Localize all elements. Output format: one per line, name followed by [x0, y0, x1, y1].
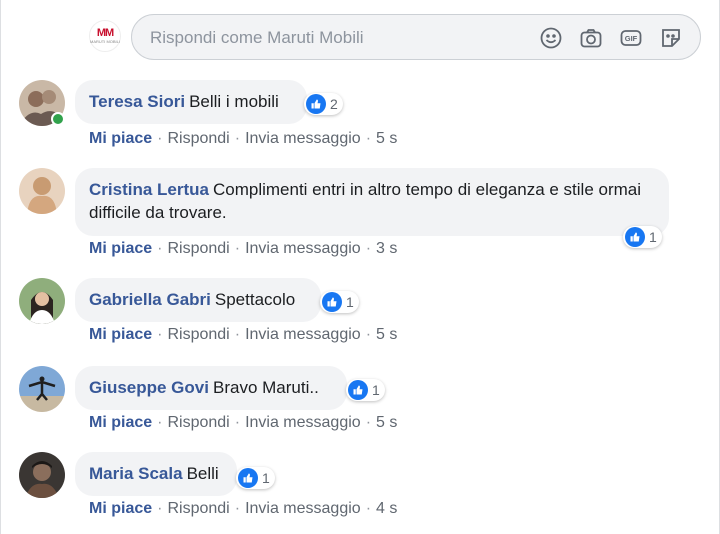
- sticker-icon[interactable]: [658, 25, 684, 51]
- comment-text: Belli: [186, 464, 219, 483]
- comment-bubble: Maria Scala Belli: [75, 452, 237, 496]
- comment-bubble: Gabriella Gabri Spettacolo: [75, 278, 321, 322]
- reply-link[interactable]: Rispondi: [167, 130, 229, 148]
- like-link[interactable]: Mi piace: [89, 326, 152, 344]
- reply-link[interactable]: Rispondi: [167, 240, 229, 258]
- reaction-count[interactable]: 2: [304, 93, 343, 115]
- page-avatar[interactable]: MM MARUTI MOBILI: [89, 20, 121, 52]
- like-link[interactable]: Mi piace: [89, 500, 152, 518]
- thumbs-up-icon: [322, 292, 342, 312]
- reply-link[interactable]: Rispondi: [167, 414, 229, 432]
- reaction-count[interactable]: 1: [623, 226, 662, 248]
- comment-timestamp[interactable]: 5 s: [376, 414, 397, 432]
- reaction-count[interactable]: 1: [346, 379, 385, 401]
- separator: ·: [365, 130, 372, 147]
- comment-author[interactable]: Maria Scala: [89, 464, 183, 483]
- separator: ·: [157, 240, 163, 257]
- comments-panel: MM MARUTI MOBILI GIF: [0, 0, 720, 534]
- thumbs-up-icon: [238, 468, 258, 488]
- comment-author[interactable]: Teresa Siori: [89, 92, 185, 111]
- camera-icon[interactable]: [578, 25, 604, 51]
- thumbs-up-icon: [306, 94, 326, 114]
- avatar[interactable]: [19, 452, 65, 498]
- send-message-link[interactable]: Invia messaggio: [245, 414, 361, 432]
- reaction-number: 1: [262, 470, 270, 486]
- avatar[interactable]: [19, 278, 65, 324]
- comment-author[interactable]: Cristina Lertua: [89, 180, 209, 199]
- reaction-number: 1: [346, 294, 354, 310]
- separator: ·: [157, 414, 163, 431]
- reply-link[interactable]: Rispondi: [167, 500, 229, 518]
- separator: ·: [234, 130, 241, 147]
- comment-text: Belli i mobili: [189, 92, 279, 111]
- send-message-link[interactable]: Invia messaggio: [245, 130, 361, 148]
- comment-bubble: Cristina Lertua Complimenti entri in altr…: [75, 168, 669, 236]
- avatar[interactable]: [19, 168, 65, 214]
- comment-text: Bravo Maruti..: [212, 378, 319, 397]
- send-message-link[interactable]: Invia messaggio: [245, 240, 361, 258]
- comment-actions: Mi piace · Rispondi · Invia messaggio · …: [89, 326, 397, 344]
- like-link[interactable]: Mi piace: [89, 130, 152, 148]
- separator: ·: [365, 500, 372, 517]
- separator: ·: [234, 240, 241, 257]
- like-link[interactable]: Mi piace: [89, 240, 152, 258]
- reaction-number: 1: [649, 229, 657, 245]
- comment-timestamp[interactable]: 4 s: [376, 500, 397, 518]
- comment-actions: Mi piace · Rispondi · Invia messaggio · …: [89, 414, 397, 432]
- reply-link[interactable]: Rispondi: [167, 326, 229, 344]
- comment-bubble: Teresa Siori Belli i mobili: [75, 80, 307, 124]
- gif-icon[interactable]: GIF: [618, 25, 644, 51]
- thumbs-up-icon: [625, 227, 645, 247]
- separator: ·: [234, 326, 241, 343]
- reply-input-wrapper: GIF: [131, 14, 701, 61]
- comment-text: Spettacolo: [214, 290, 296, 309]
- page-logo-sub: MARUTI MOBILI: [90, 39, 121, 44]
- separator: ·: [157, 326, 163, 343]
- comment-author[interactable]: Giuseppe Govi: [89, 378, 209, 397]
- reaction-count[interactable]: 1: [236, 467, 275, 489]
- page-logo-mark: MM: [96, 27, 114, 39]
- like-link[interactable]: Mi piace: [89, 414, 152, 432]
- reaction-number: 1: [372, 382, 380, 398]
- separator: ·: [157, 500, 163, 517]
- send-message-link[interactable]: Invia messaggio: [245, 326, 361, 344]
- separator: ·: [365, 326, 372, 343]
- separator: ·: [234, 414, 241, 431]
- reaction-count[interactable]: 1: [320, 291, 359, 313]
- svg-text:GIF: GIF: [625, 34, 638, 43]
- separator: ·: [365, 414, 372, 431]
- comment-author[interactable]: Gabriella Gabri: [89, 290, 211, 309]
- comment-bubble: Giuseppe Govi Bravo Maruti..: [75, 366, 347, 410]
- separator: ·: [365, 240, 372, 257]
- comment-timestamp[interactable]: 5 s: [376, 130, 397, 148]
- separator: ·: [157, 130, 163, 147]
- comment-actions: Mi piace · Rispondi · Invia messaggio · …: [89, 240, 397, 258]
- reply-input[interactable]: [148, 15, 522, 61]
- comment-timestamp[interactable]: 5 s: [376, 326, 397, 344]
- emoji-icon[interactable]: [538, 25, 564, 51]
- reply-tools: GIF: [538, 25, 684, 51]
- online-status-dot: [51, 112, 65, 126]
- comment-actions: Mi piace · Rispondi · Invia messaggio · …: [89, 500, 397, 518]
- comment-timestamp[interactable]: 3 s: [376, 240, 397, 258]
- separator: ·: [234, 500, 241, 517]
- thumbs-up-icon: [348, 380, 368, 400]
- comment-actions: Mi piace · Rispondi · Invia messaggio · …: [89, 130, 397, 148]
- reaction-number: 2: [330, 96, 338, 112]
- reply-bar: MM MARUTI MOBILI GIF: [1, 0, 720, 74]
- avatar[interactable]: [19, 366, 65, 412]
- send-message-link[interactable]: Invia messaggio: [245, 500, 361, 518]
